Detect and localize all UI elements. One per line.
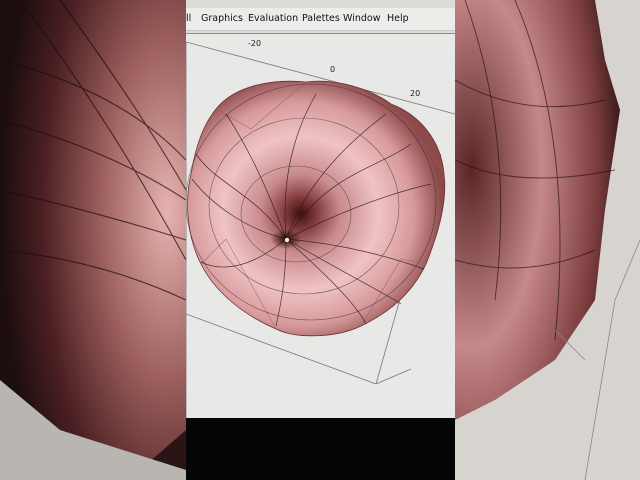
- parametric-surface: [186, 80, 446, 337]
- menu-item-graphics[interactable]: Graphics: [201, 13, 243, 24]
- menu-item-palettes[interactable]: Palettes: [302, 13, 340, 24]
- monitor-photo: ll Graphics Evaluation Palettes Window H…: [186, 0, 455, 480]
- menu-bar: ll Graphics Evaluation Palettes Window H…: [186, 8, 455, 31]
- surface-plot-canvas: -20 0 20: [186, 39, 455, 418]
- plot3d-output[interactable]: -20 0 20: [186, 34, 455, 418]
- blurred-left-panel: [0, 0, 186, 480]
- menu-item-evaluation[interactable]: Evaluation: [248, 13, 298, 24]
- blurred-surface-right: [455, 0, 640, 480]
- axis-tick-label: -20: [248, 39, 261, 48]
- menu-item-cell[interactable]: ll: [186, 13, 191, 24]
- monitor-bezel: [186, 418, 455, 480]
- blurred-surface-left: [0, 0, 186, 480]
- blurred-right-panel: [455, 0, 640, 480]
- axis-tick-label: 0: [330, 65, 335, 74]
- mathematica-window: ll Graphics Evaluation Palettes Window H…: [186, 0, 455, 420]
- surface-center-highlight: [284, 237, 290, 243]
- menu-item-window[interactable]: Window: [343, 13, 380, 24]
- axis-tick-label: 20: [410, 89, 420, 98]
- menu-item-help[interactable]: Help: [387, 13, 409, 24]
